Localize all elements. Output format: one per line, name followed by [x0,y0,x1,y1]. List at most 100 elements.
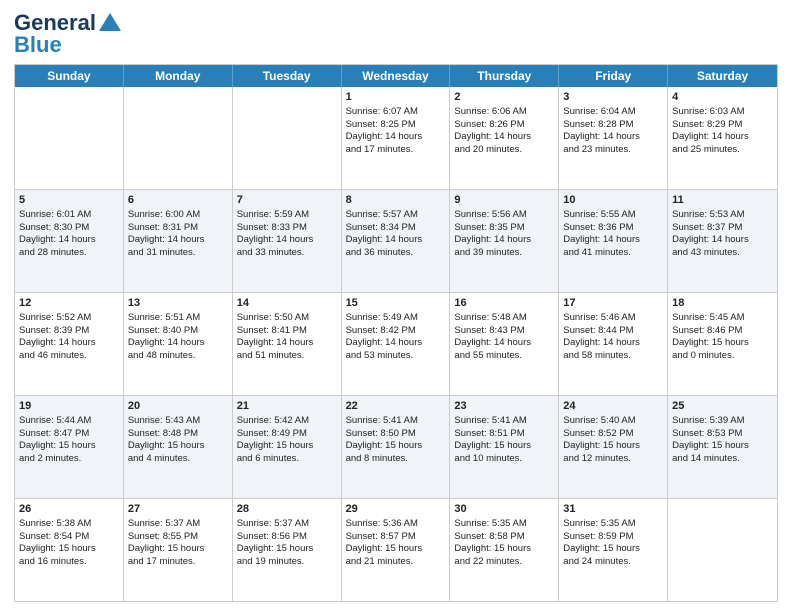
day-number: 29 [346,502,446,517]
day-number: 3 [563,90,663,105]
day-info-line: Sunset: 8:55 PM [128,531,228,544]
day-cell-19: 19Sunrise: 5:44 AMSunset: 8:47 PMDayligh… [15,396,124,498]
calendar-row-2: 12Sunrise: 5:52 AMSunset: 8:39 PMDayligh… [15,293,777,396]
day-number: 20 [128,399,228,414]
day-cell-23: 23Sunrise: 5:41 AMSunset: 8:51 PMDayligh… [450,396,559,498]
day-number: 17 [563,296,663,311]
day-cell-22: 22Sunrise: 5:41 AMSunset: 8:50 PMDayligh… [342,396,451,498]
day-info-line: Sunrise: 5:45 AM [672,312,773,325]
day-cell-24: 24Sunrise: 5:40 AMSunset: 8:52 PMDayligh… [559,396,668,498]
day-info-line: Sunset: 8:53 PM [672,428,773,441]
day-number: 22 [346,399,446,414]
calendar-header: SundayMondayTuesdayWednesdayThursdayFrid… [15,65,777,87]
day-info-line: and 19 minutes. [237,556,337,569]
day-info-line: and 17 minutes. [128,556,228,569]
day-number: 8 [346,193,446,208]
day-info-line: Sunset: 8:44 PM [563,325,663,338]
day-info-line: Sunrise: 5:49 AM [346,312,446,325]
day-info-line: Daylight: 15 hours [128,440,228,453]
header-day-thursday: Thursday [450,65,559,87]
day-info-line: and 17 minutes. [346,144,446,157]
day-cell-17: 17Sunrise: 5:46 AMSunset: 8:44 PMDayligh… [559,293,668,395]
day-cell-15: 15Sunrise: 5:49 AMSunset: 8:42 PMDayligh… [342,293,451,395]
day-number: 1 [346,90,446,105]
day-info-line: Sunrise: 5:35 AM [454,518,554,531]
day-info-line: Sunset: 8:31 PM [128,222,228,235]
header-day-sunday: Sunday [15,65,124,87]
page: General Blue SundayMondayTuesdayWednesda… [0,0,792,612]
day-info-line: and 48 minutes. [128,350,228,363]
day-number: 27 [128,502,228,517]
day-number: 5 [19,193,119,208]
day-cell-11: 11Sunrise: 5:53 AMSunset: 8:37 PMDayligh… [668,190,777,292]
day-number: 15 [346,296,446,311]
day-info-line: Daylight: 15 hours [346,543,446,556]
day-cell-20: 20Sunrise: 5:43 AMSunset: 8:48 PMDayligh… [124,396,233,498]
day-info-line: Daylight: 14 hours [454,337,554,350]
day-info-line: and 24 minutes. [563,556,663,569]
day-info-line: Daylight: 14 hours [19,234,119,247]
day-info-line: Sunset: 8:29 PM [672,119,773,132]
day-number: 19 [19,399,119,414]
day-info-line: and 39 minutes. [454,247,554,260]
day-info-line: Sunset: 8:48 PM [128,428,228,441]
day-info-line: Sunset: 8:30 PM [19,222,119,235]
day-info-line: Sunrise: 5:56 AM [454,209,554,222]
day-info-line: Sunrise: 5:37 AM [237,518,337,531]
calendar-row-0: 1Sunrise: 6:07 AMSunset: 8:25 PMDaylight… [15,87,777,190]
day-info-line: Sunrise: 5:35 AM [563,518,663,531]
day-cell-8: 8Sunrise: 5:57 AMSunset: 8:34 PMDaylight… [342,190,451,292]
day-info-line: Daylight: 15 hours [563,440,663,453]
day-info-line: and 31 minutes. [128,247,228,260]
day-info-line: Daylight: 14 hours [237,337,337,350]
day-info-line: Daylight: 14 hours [346,234,446,247]
day-cell-26: 26Sunrise: 5:38 AMSunset: 8:54 PMDayligh… [15,499,124,601]
day-info-line: Daylight: 14 hours [672,131,773,144]
day-info-line: and 12 minutes. [563,453,663,466]
day-info-line: and 14 minutes. [672,453,773,466]
day-info-line: Daylight: 15 hours [454,440,554,453]
day-info-line: Sunset: 8:54 PM [19,531,119,544]
header-day-saturday: Saturday [668,65,777,87]
day-info-line: and 55 minutes. [454,350,554,363]
day-info-line: Daylight: 15 hours [346,440,446,453]
day-number: 2 [454,90,554,105]
day-info-line: Sunset: 8:58 PM [454,531,554,544]
logo-icon [99,13,121,31]
day-number: 26 [19,502,119,517]
day-info-line: Sunrise: 5:52 AM [19,312,119,325]
day-info-line: Sunrise: 6:03 AM [672,106,773,119]
day-info-line: Sunset: 8:43 PM [454,325,554,338]
day-cell-13: 13Sunrise: 5:51 AMSunset: 8:40 PMDayligh… [124,293,233,395]
day-info-line: Sunrise: 5:50 AM [237,312,337,325]
day-info-line: Sunset: 8:26 PM [454,119,554,132]
day-info-line: Sunrise: 5:57 AM [346,209,446,222]
day-info-line: Sunset: 8:40 PM [128,325,228,338]
day-cell-25: 25Sunrise: 5:39 AMSunset: 8:53 PMDayligh… [668,396,777,498]
day-info-line: and 28 minutes. [19,247,119,260]
header-day-friday: Friday [559,65,668,87]
day-number: 31 [563,502,663,517]
day-info-line: Daylight: 14 hours [128,337,228,350]
day-number: 24 [563,399,663,414]
day-cell-12: 12Sunrise: 5:52 AMSunset: 8:39 PMDayligh… [15,293,124,395]
day-number: 23 [454,399,554,414]
day-info-line: and 41 minutes. [563,247,663,260]
day-number: 14 [237,296,337,311]
day-info-line: Sunrise: 6:04 AM [563,106,663,119]
day-info-line: Sunrise: 5:53 AM [672,209,773,222]
header-day-monday: Monday [124,65,233,87]
day-info-line: and 16 minutes. [19,556,119,569]
day-info-line: Sunset: 8:28 PM [563,119,663,132]
day-cell-16: 16Sunrise: 5:48 AMSunset: 8:43 PMDayligh… [450,293,559,395]
day-info-line: and 53 minutes. [346,350,446,363]
day-number: 6 [128,193,228,208]
day-number: 28 [237,502,337,517]
day-info-line: Sunset: 8:59 PM [563,531,663,544]
day-number: 10 [563,193,663,208]
day-info-line: Daylight: 15 hours [672,337,773,350]
day-number: 12 [19,296,119,311]
day-number: 7 [237,193,337,208]
day-info-line: and 51 minutes. [237,350,337,363]
day-info-line: Sunrise: 5:51 AM [128,312,228,325]
